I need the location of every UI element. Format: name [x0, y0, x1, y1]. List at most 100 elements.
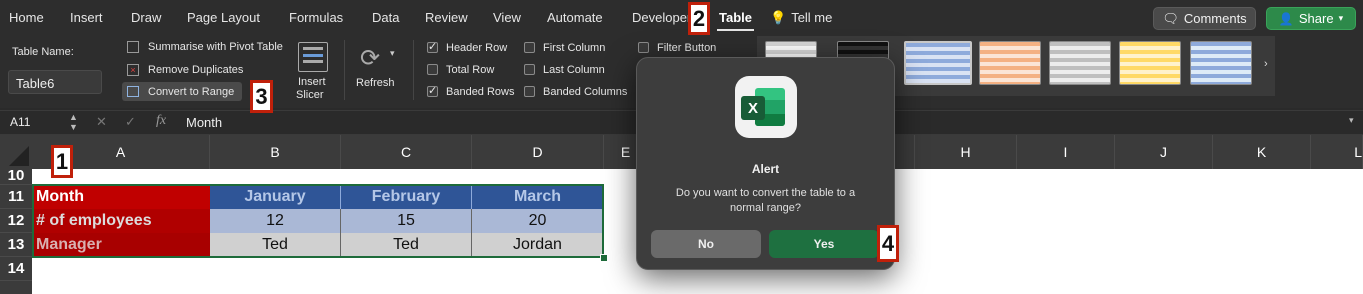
comments-button[interactable]: 🗨 Comments	[1153, 7, 1256, 30]
last-column-label: Last Column	[543, 64, 605, 76]
row-header-13[interactable]: 13	[0, 233, 32, 257]
refresh-icon: ⟳	[360, 45, 381, 72]
menu-page-layout[interactable]: Page Layout	[187, 10, 260, 25]
tell-me[interactable]: 💡 Tell me	[770, 10, 832, 26]
step-badge-3: 3	[250, 80, 273, 113]
menu-table[interactable]: Table	[717, 10, 754, 31]
cell-d12[interactable]: 20	[472, 209, 603, 233]
comments-label: Comments	[1183, 11, 1247, 26]
remove-duplicates-button[interactable]: Remove Duplicates	[148, 64, 243, 76]
cell-c12[interactable]: 15	[341, 209, 472, 233]
menu-view[interactable]: View	[493, 10, 521, 25]
menu-draw[interactable]: Draw	[131, 10, 161, 25]
menu-review[interactable]: Review	[425, 10, 468, 25]
summarise-pivot-button[interactable]: Summarise with Pivot Table	[148, 41, 283, 53]
yes-button[interactable]: Yes	[769, 230, 879, 258]
banded-rows-label: Banded Rows	[446, 86, 515, 98]
cell-d11[interactable]: March	[472, 185, 603, 209]
insert-slicer-label-2[interactable]: Slicer	[296, 89, 324, 101]
convert-to-range-label: Convert to Range	[148, 86, 235, 98]
cell-b13[interactable]: Ted	[210, 233, 341, 257]
banded-columns-label: Banded Columns	[543, 86, 628, 98]
tell-me-label: Tell me	[791, 10, 833, 25]
comment-icon: 🗨	[1162, 10, 1179, 26]
share-button[interactable]: 👤 Share ▾	[1266, 7, 1356, 30]
menu-home[interactable]: Home	[9, 10, 44, 25]
expand-formula-icon[interactable]: ▾	[1349, 115, 1354, 126]
cancel-icon[interactable]: ✕	[96, 114, 107, 130]
convert-to-range-button[interactable]: Convert to Range	[122, 82, 242, 101]
header-row-checkbox[interactable]	[427, 40, 438, 53]
cell-d13[interactable]: Jordan	[472, 233, 603, 257]
total-row-checkbox[interactable]	[427, 64, 438, 75]
column-header-g[interactable]	[895, 135, 915, 169]
chevron-down-icon: ▾	[1338, 13, 1344, 23]
alert-title: Alert	[751, 162, 780, 176]
banded-columns-checkbox[interactable]	[524, 86, 535, 97]
cell-a12[interactable]: # of employees	[33, 209, 210, 233]
column-header-d[interactable]: D	[472, 135, 604, 169]
table-style-blue-selected[interactable]	[904, 41, 972, 85]
menu-bar: Home Insert Draw Page Layout Formulas Da…	[0, 0, 1363, 36]
row-header-12[interactable]: 12	[0, 209, 32, 233]
no-button[interactable]: No	[651, 230, 761, 258]
person-icon: 👤	[1278, 11, 1294, 26]
row-header-15[interactable]	[0, 281, 32, 294]
menu-insert[interactable]: Insert	[70, 10, 103, 25]
row-header-14[interactable]: 14	[0, 257, 32, 281]
column-header-j[interactable]: J	[1115, 135, 1213, 169]
select-all-corner[interactable]	[0, 135, 32, 169]
cell-c11[interactable]: February	[341, 185, 472, 209]
first-column-checkbox[interactable]	[524, 42, 535, 53]
step-badge-2: 2	[688, 2, 710, 35]
first-column-label: First Column	[543, 42, 606, 54]
last-column-checkbox[interactable]	[524, 64, 535, 75]
column-header-i[interactable]: I	[1017, 135, 1115, 169]
fx-icon[interactable]: fx	[156, 113, 166, 129]
alert-message-line-1: Do you want to convert the table to a	[675, 187, 856, 199]
cell-b11[interactable]: January	[210, 185, 341, 209]
cell-a13[interactable]: Manager	[33, 233, 210, 257]
menu-developer[interactable]: Developer	[632, 10, 688, 25]
insert-slicer-label-1[interactable]: Insert	[298, 76, 326, 88]
cell-c13[interactable]: Ted	[341, 233, 472, 257]
table-style-orange[interactable]	[979, 41, 1041, 85]
step-badge-1: 1	[51, 145, 73, 178]
table-style-yellow[interactable]	[1119, 41, 1181, 85]
gallery-chevron-right-icon[interactable]: ›	[1264, 58, 1268, 70]
cell-a11[interactable]: Month	[33, 185, 210, 209]
menu-automate[interactable]: Automate	[547, 10, 603, 25]
menu-data[interactable]: Data	[372, 10, 399, 25]
header-row-label: Header Row	[446, 42, 508, 54]
total-row-label: Total Row	[446, 64, 495, 76]
filter-button-checkbox[interactable]	[638, 42, 649, 53]
column-header-k[interactable]: K	[1213, 135, 1311, 169]
alert-dialog: X Alert Do you want to convert the table…	[636, 57, 895, 270]
column-header-l[interactable]: L	[1311, 135, 1363, 169]
formula-content[interactable]: Month	[186, 115, 222, 130]
table-style-lightblue[interactable]	[1190, 41, 1252, 85]
pivot-table-icon	[127, 41, 139, 53]
table-name-value: Table6	[16, 76, 55, 91]
cell-b12[interactable]: 12	[210, 209, 341, 233]
table-name-input[interactable]: Table6	[8, 70, 102, 94]
convert-range-icon	[127, 86, 139, 97]
remove-duplicates-icon: ×	[127, 64, 139, 76]
excel-app-icon: X	[735, 76, 797, 138]
row-header-11[interactable]: 11	[0, 185, 32, 209]
menu-formulas[interactable]: Formulas	[289, 10, 343, 25]
fill-handle[interactable]	[600, 254, 608, 262]
table-style-gray[interactable]	[1049, 41, 1111, 85]
row-header-10[interactable]: 10	[0, 167, 32, 185]
table-name-label: Table Name:	[12, 46, 74, 58]
filter-button-label: Filter Button	[657, 42, 717, 54]
step-badge-4: 4	[877, 225, 899, 262]
refresh-button[interactable]: Refresh	[356, 77, 395, 89]
enter-icon[interactable]: ✓	[125, 114, 136, 130]
column-header-h[interactable]: H	[915, 135, 1017, 169]
banded-rows-checkbox[interactable]	[427, 84, 438, 97]
column-header-c[interactable]: C	[341, 135, 472, 169]
name-box-stepper-icon[interactable]: ▲ ▼	[69, 112, 78, 132]
column-header-b[interactable]: B	[210, 135, 341, 169]
name-box[interactable]: A11	[10, 115, 30, 129]
